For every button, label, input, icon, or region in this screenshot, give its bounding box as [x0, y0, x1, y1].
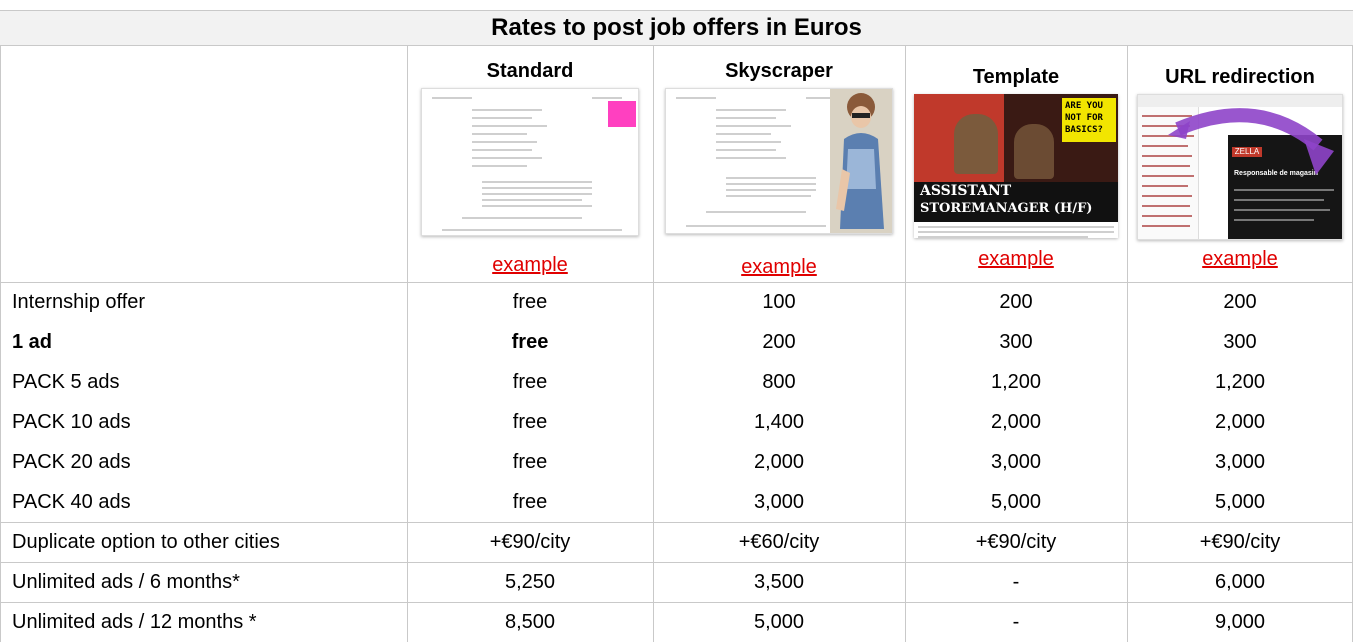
- cell-skyscraper: 1,400: [753, 410, 805, 433]
- cell-skyscraper: 2,000: [753, 450, 805, 473]
- cell-standard: free: [511, 330, 549, 353]
- row-label: Internship offer: [12, 290, 146, 313]
- row-label: PACK 20 ads: [12, 450, 131, 473]
- skyscraper-preview-image: [665, 88, 893, 234]
- cell-standard: 8,500: [504, 610, 556, 633]
- url-redirection-preview-image: ZELLA Responsable de magasin: [1137, 94, 1343, 240]
- table-title: Rates to post job offers in Euros: [0, 10, 1353, 46]
- cell-url-redirection: 5,000: [1214, 490, 1266, 513]
- cell-standard: free: [512, 450, 548, 473]
- cell-url-redirection: 300: [1223, 330, 1257, 353]
- column-header-standard: Standard example: [407, 46, 653, 282]
- cell-url-redirection: 6,000: [1214, 570, 1266, 593]
- table-row: PACK 40 ads free 3,000 5,000 5,000: [0, 482, 1353, 522]
- row-label: Unlimited ads / 6 months*: [12, 570, 240, 593]
- redirect-arrow-icon: [1168, 108, 1334, 175]
- cell-url-redirection: 200: [1223, 290, 1257, 313]
- cell-template: 300: [999, 330, 1033, 353]
- rates-table: Rates to post job offers in Euros Standa…: [0, 0, 1353, 642]
- column-title: URL redirection: [1165, 66, 1315, 88]
- cell-skyscraper: 3,500: [753, 570, 805, 593]
- url-redirection-example-link[interactable]: example: [1202, 248, 1278, 271]
- cell-template: 1,200: [990, 370, 1042, 393]
- cell-standard: +€90/city: [489, 530, 571, 553]
- cell-template: 3,000: [990, 450, 1042, 473]
- cell-skyscraper: 800: [762, 370, 796, 393]
- table-row: Unlimited ads / 12 months * 8,500 5,000 …: [0, 602, 1353, 642]
- column-title: Standard: [486, 60, 574, 82]
- cell-url-redirection: 3,000: [1214, 450, 1266, 473]
- table-row: Unlimited ads / 6 months* 5,250 3,500 - …: [0, 562, 1353, 602]
- row-label: PACK 10 ads: [12, 410, 131, 433]
- standard-preview-image: [421, 88, 639, 236]
- template-example-link[interactable]: example: [978, 248, 1054, 271]
- cell-standard: free: [512, 490, 548, 513]
- column-header-template: Template ARE YOU NOT FOR BASICS? ASSISTA…: [905, 46, 1127, 282]
- row-label: Unlimited ads / 12 months *: [12, 610, 257, 633]
- cell-url-redirection: 1,200: [1214, 370, 1266, 393]
- cell-skyscraper: +€60/city: [738, 530, 820, 553]
- cell-standard: free: [512, 290, 548, 313]
- cell-skyscraper: 200: [762, 330, 796, 353]
- cell-template: 2,000: [990, 410, 1042, 433]
- template-preview-image: ARE YOU NOT FOR BASICS? ASSISTANT STOREM…: [914, 94, 1118, 238]
- row-label: 1 ad: [12, 330, 53, 353]
- column-title: Skyscraper: [725, 60, 833, 82]
- cell-template: 5,000: [990, 490, 1042, 513]
- cell-template: -: [1012, 610, 1020, 633]
- table-row: Internship offer free 100 200 200: [0, 282, 1353, 322]
- cell-template: 200: [999, 290, 1033, 313]
- template-banner: ARE YOU NOT FOR BASICS?: [1062, 98, 1116, 142]
- cell-skyscraper: 5,000: [753, 610, 805, 633]
- row-label: Duplicate option to other cities: [12, 530, 280, 553]
- table-row: Duplicate option to other cities +€90/ci…: [0, 522, 1353, 562]
- model-photo-icon: [830, 89, 892, 233]
- cell-url-redirection: 2,000: [1214, 410, 1266, 433]
- column-header-url-redirection: URL redirection ZELLA Responsable de mag…: [1127, 46, 1353, 282]
- cell-url-redirection: +€90/city: [1199, 530, 1281, 553]
- table-row: 1 ad free 200 300 300: [0, 322, 1353, 362]
- table-row: PACK 10 ads free 1,400 2,000 2,000: [0, 402, 1353, 442]
- row-label: PACK 5 ads: [12, 370, 120, 393]
- cell-skyscraper: 100: [762, 290, 796, 313]
- table-row: PACK 20 ads free 2,000 3,000 3,000: [0, 442, 1353, 482]
- cell-template: +€90/city: [975, 530, 1057, 553]
- table-row: PACK 5 ads free 800 1,200 1,200: [0, 362, 1353, 402]
- cell-skyscraper: 3,000: [753, 490, 805, 513]
- skyscraper-example-link[interactable]: example: [741, 256, 817, 279]
- cell-standard: free: [512, 370, 548, 393]
- cell-standard: 5,250: [504, 570, 556, 593]
- cell-url-redirection: 9,000: [1214, 610, 1266, 633]
- column-title: Template: [972, 66, 1060, 88]
- column-header-skyscraper: Skyscraper example: [653, 46, 905, 282]
- cell-standard: free: [512, 410, 548, 433]
- template-job-title: ASSISTANT STOREMANAGER (H/F): [914, 182, 1118, 222]
- standard-example-link[interactable]: example: [492, 254, 568, 277]
- row-label: PACK 40 ads: [12, 490, 131, 513]
- cell-template: -: [1012, 570, 1020, 593]
